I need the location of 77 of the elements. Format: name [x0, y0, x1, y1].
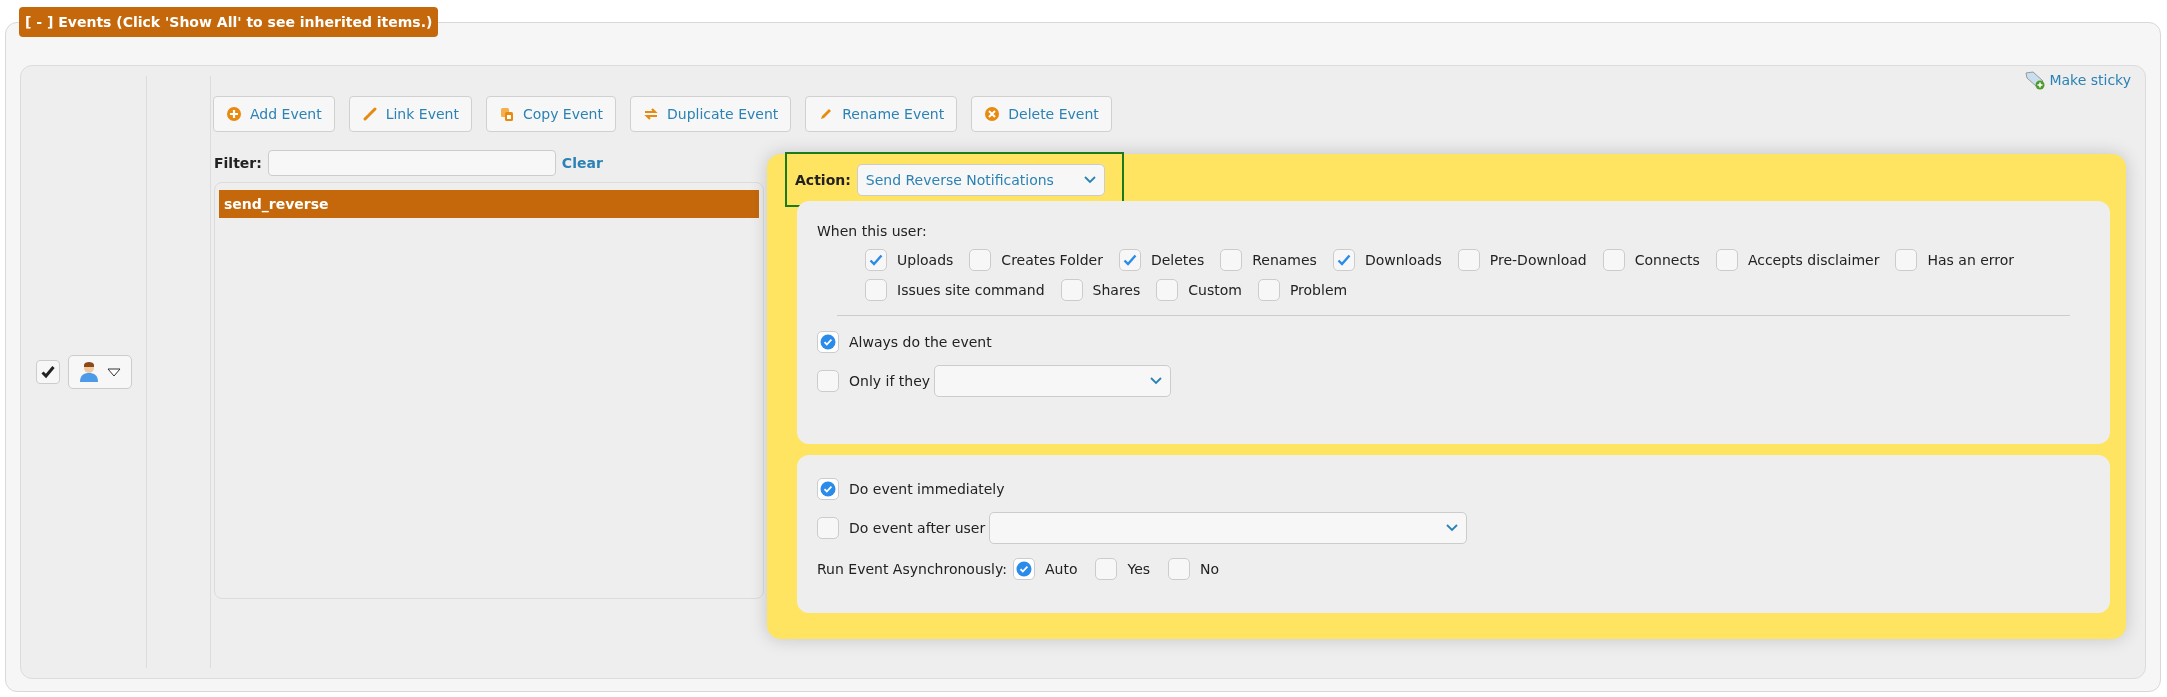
- plus-circle-icon: [226, 106, 242, 122]
- checkbox-label: Only if they: [849, 373, 931, 389]
- checkbox[interactable]: [1715, 249, 1738, 271]
- filter-field[interactable]: [267, 150, 556, 176]
- checkbox-label: Pre-Download: [1489, 252, 1587, 268]
- checkbox-label: Has an error: [1927, 252, 2015, 268]
- chevron-down-icon: [1150, 377, 1163, 385]
- checkmark-icon: [868, 252, 884, 268]
- delete-event-button[interactable]: Delete Event: [971, 96, 1112, 132]
- section-header[interactable]: [ - ] Events (Click 'Show All' to see inherited items.): [19, 7, 439, 37]
- checkbox[interactable]: [817, 331, 839, 353]
- checkbox-label: Do event immediately: [849, 481, 1005, 497]
- checkbox[interactable]: [1257, 279, 1280, 301]
- checkbox-label: Deletes: [1150, 252, 1205, 268]
- action-dropdown[interactable]: Send Reverse Notifications: [856, 163, 1105, 196]
- checkbox-label: Renames: [1252, 252, 1317, 268]
- link-event-button[interactable]: Link Event: [348, 96, 472, 132]
- caret-icon: [106, 367, 121, 377]
- duplicate-event-button[interactable]: Duplicate Event: [630, 96, 792, 132]
- checkbox[interactable]: [1332, 249, 1355, 271]
- dropdown-field[interactable]: [989, 512, 1468, 544]
- checkbox[interactable]: [1095, 558, 1118, 580]
- checkmark-icon: [1121, 252, 1138, 268]
- checkbox[interactable]: [817, 517, 839, 539]
- checkmark-icon: [820, 334, 836, 350]
- rename-event-button[interactable]: Rename Event: [805, 96, 958, 132]
- add-event-button[interactable]: Add Event: [213, 96, 335, 132]
- clear-link[interactable]: Clear: [561, 155, 603, 171]
- checkbox[interactable]: [1602, 249, 1625, 271]
- swap-arrows-icon: [643, 106, 659, 122]
- event-list-item[interactable]: send_reverse: [219, 190, 759, 218]
- delete-circle-icon: [984, 106, 1001, 122]
- dropdown-field[interactable]: [934, 365, 1172, 397]
- checkbox[interactable]: [1168, 558, 1191, 580]
- checkbox-label: Issues site command: [897, 282, 1045, 298]
- checkbox-label: Downloads: [1364, 252, 1442, 268]
- enable-checkbox[interactable]: [35, 360, 60, 384]
- checkbox[interactable]: [865, 279, 887, 301]
- checkmark-icon: [1015, 561, 1032, 577]
- copy-event-button[interactable]: Copy Event: [485, 96, 616, 132]
- checkbox[interactable]: [1156, 279, 1179, 301]
- user-icon: [78, 361, 99, 383]
- checkbox-label: Auto: [1044, 561, 1078, 577]
- async-label: Run Event Asynchronously:: [817, 561, 1007, 577]
- chevron-down-icon: [1083, 175, 1096, 184]
- checkbox[interactable]: [1012, 558, 1035, 580]
- checkmark-icon: [1335, 252, 1352, 268]
- checkbox[interactable]: [865, 249, 887, 271]
- checkbox-label: Accepts disclaimer: [1747, 252, 1880, 268]
- checkbox[interactable]: [1060, 279, 1083, 301]
- checkbox[interactable]: [817, 478, 839, 500]
- action-label: Action:: [795, 171, 851, 188]
- checkbox[interactable]: [969, 249, 992, 271]
- checkbox-label: Custom: [1188, 282, 1242, 298]
- copy-icon: [498, 106, 515, 122]
- checkbox-label: Yes: [1127, 561, 1151, 577]
- checkbox-label: No: [1200, 561, 1220, 577]
- checkbox[interactable]: [817, 370, 839, 392]
- user-dropdown-button[interactable]: [67, 355, 132, 389]
- checkbox-label: Creates Folder: [1001, 252, 1103, 268]
- checkmark-icon: [820, 481, 836, 497]
- filter-label: Filter:: [214, 155, 262, 171]
- checkbox-label: Problem: [1289, 282, 1348, 298]
- chevron-down-icon: [1446, 524, 1459, 532]
- checkbox[interactable]: [1220, 249, 1243, 271]
- checkbox-label: Uploads: [897, 252, 954, 268]
- trigger-title: When this user:: [817, 223, 928, 239]
- checkbox-label: Shares: [1092, 282, 1141, 298]
- checkbox[interactable]: [1457, 249, 1480, 271]
- make-sticky-link[interactable]: Make sticky: [2024, 70, 2131, 90]
- tag-plus-icon: [2024, 70, 2047, 90]
- checkmark-icon: [40, 365, 55, 379]
- checkbox-label: Do event after user: [849, 520, 986, 536]
- checkbox-label: Connects: [1634, 252, 1700, 268]
- checkbox-label: Always do the event: [849, 334, 992, 350]
- checkbox[interactable]: [1895, 249, 1918, 271]
- checkbox[interactable]: [1118, 249, 1141, 271]
